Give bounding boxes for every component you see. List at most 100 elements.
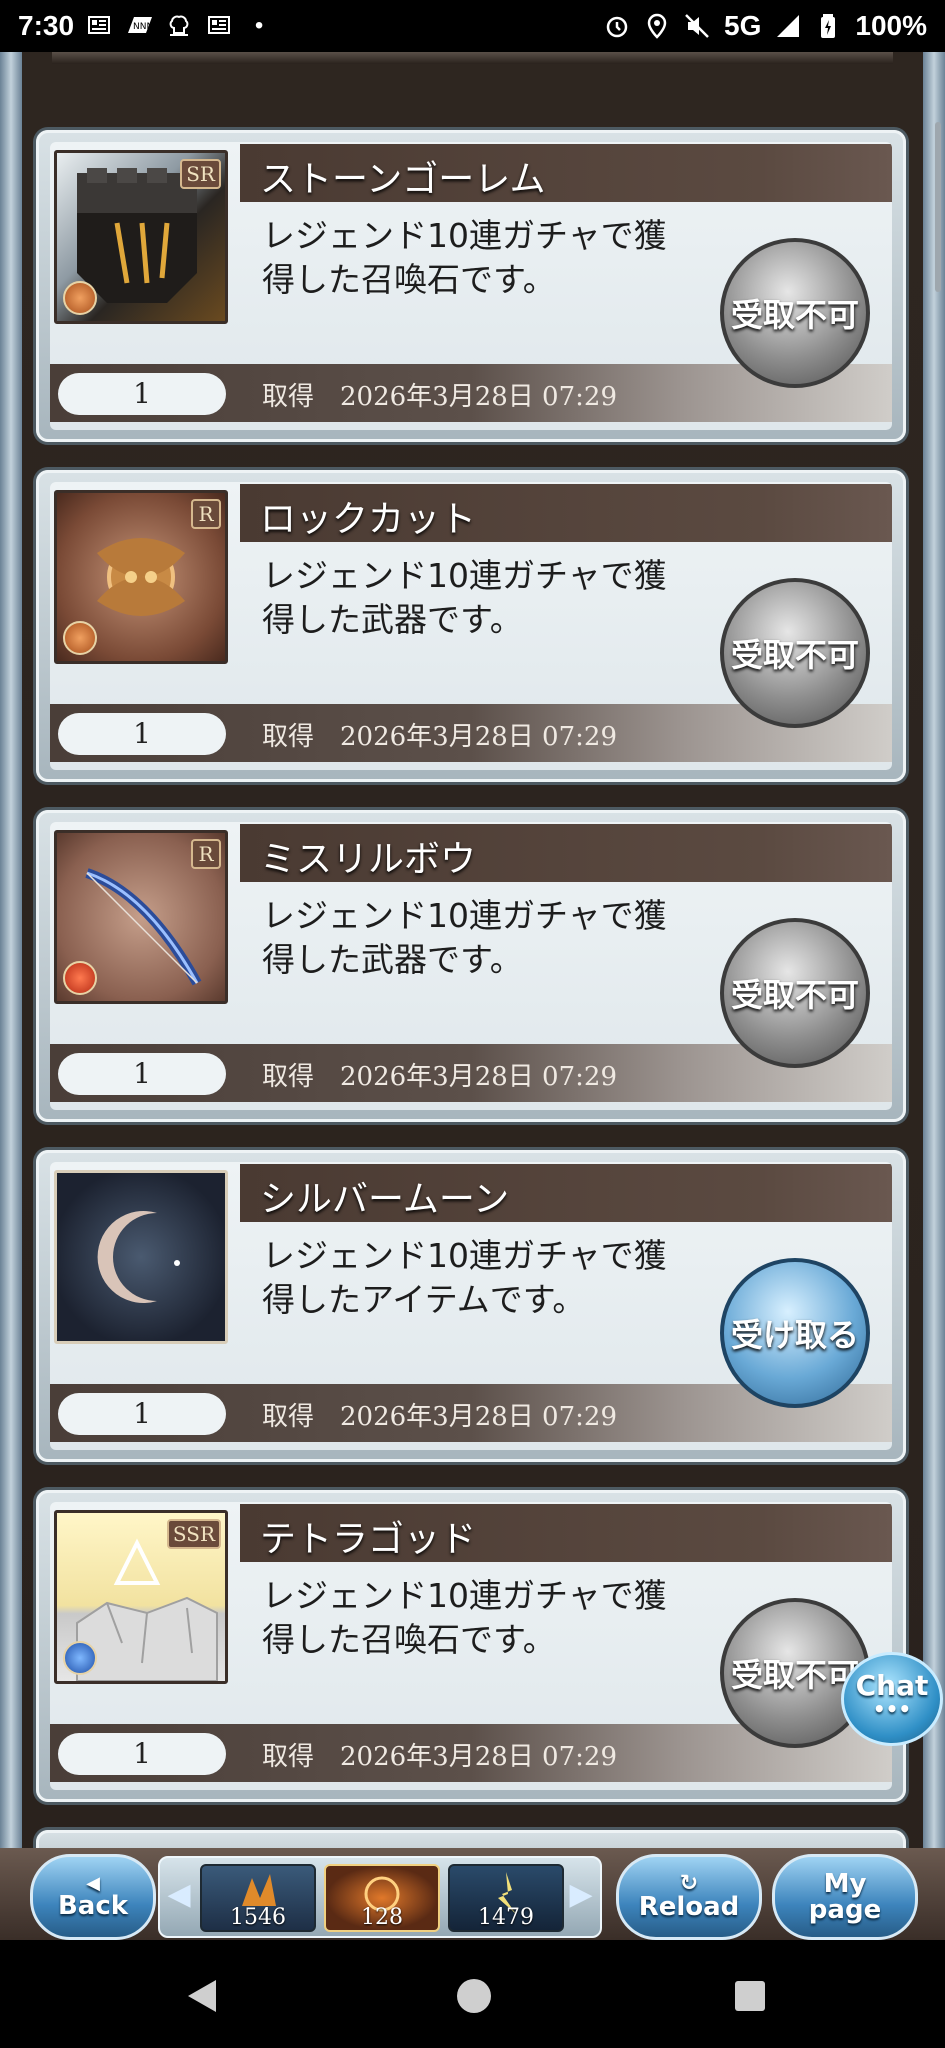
item-quantity: 1 xyxy=(58,713,226,755)
back-label: Back xyxy=(57,1891,129,1921)
present-item: ストーンゴーレム SR レジェンド10連ガチャで獲 得した召喚石です。 1 取得 xyxy=(36,130,906,442)
dot-icon: • xyxy=(254,12,264,39)
slot-count: 128 xyxy=(361,1905,403,1930)
item-title-bar: シルバームーン xyxy=(240,1164,892,1222)
chat-button[interactable]: Chat ••• xyxy=(841,1652,943,1746)
description-line: レジェンド10連ガチャで獲 xyxy=(262,1236,667,1275)
mypage-label-line2: page xyxy=(808,1895,882,1925)
description-line: レジェンド10連ガチャで獲 xyxy=(262,1576,667,1615)
quick-slot[interactable]: 1479 xyxy=(448,1864,564,1932)
acquired-label: 取得 xyxy=(262,722,315,752)
acquired-label: 取得 xyxy=(262,1062,315,1092)
item-title-bar: テトラゴッド xyxy=(240,1504,892,1562)
battery-icon xyxy=(815,13,841,39)
cannot-receive-button[interactable]: 受取不可 xyxy=(720,578,870,728)
acquired-date: 2026年3月28日 07:29 xyxy=(340,382,617,412)
list-top-edge xyxy=(52,52,893,64)
home-nav-icon[interactable] xyxy=(456,1978,492,2014)
present-item: ロックカット R レジェンド10連ガチャで獲 得した武器です。 1 取得 202… xyxy=(36,470,906,782)
notification-icons: NNN • xyxy=(86,13,272,39)
description-line: レジェンド10連ガチャで獲 xyxy=(262,896,667,935)
item-title-bar: ロックカット xyxy=(240,484,892,542)
slot-prev-arrow[interactable]: ◀ xyxy=(164,1870,194,1920)
item-description: レジェンド10連ガチャで獲 得したアイテムです。 xyxy=(262,1234,692,1322)
mypage-button[interactable]: My page xyxy=(772,1854,918,1940)
present-item: テトラゴッド SSR レジェンド10連ガチャで獲 得した召喚石です。 1 取得 … xyxy=(36,1490,906,1802)
item-title-bar: ストーンゴーレム xyxy=(240,144,892,202)
item-title-bar: ミスリルボウ xyxy=(240,824,892,882)
frame-right xyxy=(923,52,945,1852)
description-line: 得した召喚石です。 xyxy=(262,260,556,299)
item-name: ストーンゴーレム xyxy=(260,159,546,200)
newspaper-icon xyxy=(206,13,232,39)
quick-slot[interactable]: 1546 xyxy=(200,1864,316,1932)
item-thumbnail[interactable]: R xyxy=(54,830,228,1004)
location-icon xyxy=(644,13,670,39)
cannot-receive-button[interactable]: 受取不可 xyxy=(720,1598,870,1748)
recents-nav-icon[interactable] xyxy=(734,1980,766,2012)
present-item: シルバームーン レジェンド10連ガチャで獲 得したアイテムです。 1 取得 20… xyxy=(36,1150,906,1462)
acquired-date: 2026年3月28日 07:29 xyxy=(340,1402,617,1432)
rarity-badge: SR xyxy=(180,159,221,189)
item-quantity: 1 xyxy=(58,373,226,415)
alarm-icon xyxy=(604,13,630,39)
mute-icon xyxy=(684,13,710,39)
game-area: ストーンゴーレム SR レジェンド10連ガチャで獲 得した召喚石です。 1 取得 xyxy=(0,52,945,1937)
acquired-date: 2026年3月28日 07:29 xyxy=(340,1742,617,1772)
item-thumbnail[interactable]: R xyxy=(54,490,228,664)
acquired-label: 取得 xyxy=(262,382,315,412)
acquired-label: 取得 xyxy=(262,1402,315,1432)
reload-icon: ↻ xyxy=(679,1871,699,1896)
status-bar: 7:30 NNN • 5G 100% xyxy=(0,0,945,52)
battery-label: 100% xyxy=(855,10,927,41)
rarity-badge: R xyxy=(191,839,221,869)
item-name: テトラゴッド xyxy=(260,1519,477,1560)
item-name: ロックカット xyxy=(260,499,477,540)
description-line: 得した召喚石です。 xyxy=(262,1620,556,1659)
description-line: 得した武器です。 xyxy=(262,600,523,639)
chat-dots: ••• xyxy=(872,1697,912,1721)
fire-element-icon xyxy=(63,961,97,995)
chef-icon xyxy=(166,13,192,39)
reload-button[interactable]: ↻ Reload xyxy=(616,1854,762,1940)
game-toolbar: ◀ Back ◀ 1546 128 1479 ▶ ↻ Reload My pag… xyxy=(0,1848,945,1940)
svg-text:NNN: NNN xyxy=(133,22,153,32)
slot-next-arrow[interactable]: ▶ xyxy=(566,1870,596,1920)
acquired-label: 取得 xyxy=(262,1742,315,1772)
item-description: レジェンド10連ガチャで獲 得した召喚石です。 xyxy=(262,1574,692,1662)
item-description: レジェンド10連ガチャで獲 得した武器です。 xyxy=(262,894,692,982)
frame-left xyxy=(0,52,22,1852)
system-nav-bar xyxy=(0,1940,945,2048)
description-line: 得したアイテムです。 xyxy=(262,1280,586,1319)
back-nav-icon[interactable] xyxy=(186,1978,220,2014)
network-label: 5G xyxy=(724,10,762,41)
item-name: ミスリルボウ xyxy=(260,839,477,880)
earth-element-icon xyxy=(63,281,97,315)
item-thumbnail[interactable] xyxy=(54,1170,228,1344)
item-thumbnail[interactable]: SSR xyxy=(54,1510,228,1684)
quick-slot-tray: ◀ 1546 128 1479 ▶ xyxy=(158,1856,602,1938)
acquired-date: 2026年3月28日 07:29 xyxy=(340,1062,617,1092)
item-description: レジェンド10連ガチャで獲 得した武器です。 xyxy=(262,554,692,642)
item-quantity: 1 xyxy=(58,1733,226,1775)
earth-element-icon xyxy=(63,621,97,655)
cannot-receive-button[interactable]: 受取不可 xyxy=(720,918,870,1068)
status-time: 7:30 xyxy=(18,10,75,41)
receive-button[interactable]: 受け取る xyxy=(720,1258,870,1408)
signal-icon xyxy=(775,13,801,39)
water-element-icon xyxy=(63,1641,97,1675)
acquired-date: 2026年3月28日 07:29 xyxy=(340,722,617,752)
quick-slot[interactable]: 128 xyxy=(324,1864,440,1932)
slot-count: 1479 xyxy=(478,1905,534,1930)
scrollbar[interactable] xyxy=(935,122,941,292)
item-quantity: 1 xyxy=(58,1393,226,1435)
reload-label: Reload xyxy=(638,1892,740,1922)
rarity-badge: SSR xyxy=(166,1519,221,1549)
item-thumbnail[interactable]: SR xyxy=(54,150,228,324)
slot-count: 1546 xyxy=(230,1905,286,1930)
item-name: シルバームーン xyxy=(260,1179,510,1220)
item-description: レジェンド10連ガチャで獲 得した召喚石です。 xyxy=(262,214,692,302)
item-quantity: 1 xyxy=(58,1053,226,1095)
back-button[interactable]: ◀ Back xyxy=(30,1854,156,1940)
cannot-receive-button[interactable]: 受取不可 xyxy=(720,238,870,388)
